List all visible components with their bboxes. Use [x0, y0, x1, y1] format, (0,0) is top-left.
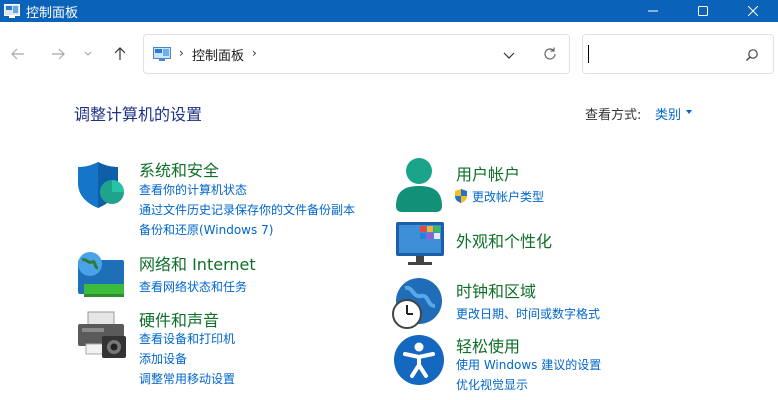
- category-clock-region[interactable]: 时钟和区域: [456, 278, 536, 302]
- link-windows-recommended[interactable]: 使用 Windows 建议的设置: [456, 356, 601, 373]
- search-icon: [746, 49, 758, 61]
- accessibility-icon[interactable]: [393, 334, 445, 386]
- link-change-account-type[interactable]: 更改帐户类型: [472, 188, 544, 205]
- up-arrow-icon: [114, 47, 126, 60]
- category-ease-of-access[interactable]: 轻松使用: [456, 333, 520, 357]
- navigation-bar: › 控制面板 ›: [0, 22, 778, 82]
- refresh-button[interactable]: [542, 46, 558, 66]
- page-title: 调整计算机的设置: [74, 105, 203, 124]
- view-by-label: 查看方式:: [585, 108, 642, 123]
- text-caret: [588, 45, 589, 63]
- printer-icon[interactable]: [76, 310, 128, 362]
- chevron-down-icon: [503, 52, 515, 59]
- recent-chevron-icon: [84, 51, 92, 56]
- category-appearance[interactable]: 外观和个性化: [456, 228, 552, 252]
- link-date-time-format[interactable]: 更改日期、时间或数字格式: [456, 305, 600, 322]
- link-add-device[interactable]: 添加设备: [139, 350, 187, 367]
- close-button[interactable]: [728, 0, 778, 22]
- control-panel-icon: [4, 4, 20, 18]
- address-dropdown-button[interactable]: [502, 47, 516, 66]
- link-view-computer-status[interactable]: 查看你的计算机状态: [139, 181, 247, 198]
- link-file-history-backup[interactable]: 通过文件历史记录保存你的文件备份副本: [139, 201, 355, 218]
- maximize-button[interactable]: [678, 0, 728, 22]
- category-system-security[interactable]: 系统和安全: [139, 157, 219, 181]
- link-mobility-settings[interactable]: 调整常用移动设置: [139, 370, 235, 387]
- close-icon: [748, 6, 758, 16]
- title-bar[interactable]: 控制面板: [0, 0, 778, 22]
- maximize-icon: [698, 6, 708, 16]
- view-by-dropdown[interactable]: 类别: [655, 104, 681, 123]
- control-panel-icon: [153, 47, 171, 61]
- link-network-status[interactable]: 查看网络状态和任务: [139, 278, 247, 295]
- search-input[interactable]: [582, 34, 774, 74]
- globe-network-icon[interactable]: [76, 250, 128, 300]
- link-devices-printers[interactable]: 查看设备和打印机: [139, 330, 235, 347]
- category-network-internet[interactable]: 网络和 Internet: [139, 251, 256, 275]
- search-button[interactable]: [745, 47, 759, 66]
- uac-shield-icon: [455, 189, 467, 203]
- forward-arrow-icon: [52, 48, 65, 60]
- breadcrumb-separator[interactable]: ›: [179, 46, 184, 60]
- window-title: 控制面板: [26, 5, 79, 21]
- up-button[interactable]: [108, 42, 132, 66]
- back-button[interactable]: [6, 42, 30, 66]
- category-hardware-sound[interactable]: 硬件和声音: [139, 307, 219, 331]
- link-backup-restore[interactable]: 备份和还原(Windows 7): [139, 221, 273, 238]
- category-user-accounts[interactable]: 用户帐户: [456, 161, 520, 185]
- back-arrow-icon: [11, 48, 24, 60]
- breadcrumb-separator[interactable]: ›: [252, 46, 257, 60]
- refresh-icon: [544, 47, 556, 60]
- minimize-button[interactable]: [628, 0, 678, 22]
- shield-icon[interactable]: [76, 159, 126, 209]
- user-icon[interactable]: [394, 156, 444, 212]
- breadcrumb-control-panel[interactable]: 控制面板: [192, 45, 244, 64]
- clock-globe-icon[interactable]: [391, 276, 445, 330]
- forward-button[interactable]: [46, 42, 70, 66]
- address-bar[interactable]: › 控制面板 ›: [143, 34, 570, 74]
- monitor-icon[interactable]: [394, 220, 446, 268]
- view-by-caret-icon[interactable]: [686, 110, 692, 114]
- recent-locations-button[interactable]: [80, 42, 96, 66]
- minimize-icon: [648, 10, 658, 12]
- link-optimize-display[interactable]: 优化视觉显示: [456, 376, 528, 393]
